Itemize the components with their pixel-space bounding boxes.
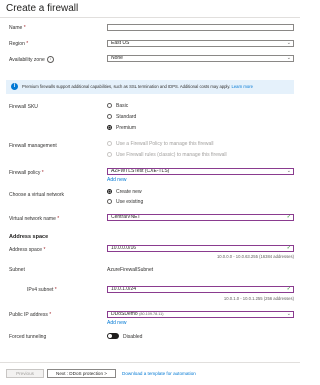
public-ip-dropdown[interactable]: DDoSDemo (80.109.78.11) ⌄ bbox=[107, 311, 294, 318]
info-icon: i bbox=[11, 83, 18, 90]
checkmark-icon: ✓ bbox=[286, 214, 291, 220]
subnet-value: AzureFirewallSubnet bbox=[107, 267, 154, 273]
name-label: Name * bbox=[9, 25, 26, 31]
firewall-sku-label: Firewall SKU bbox=[9, 104, 38, 110]
vnet-name-value: CentralVNET bbox=[111, 214, 141, 220]
download-template-link[interactable]: Download a template for automation bbox=[122, 371, 196, 376]
forced-tunneling-state: Disabled bbox=[123, 334, 143, 340]
radio-icon bbox=[107, 103, 112, 109]
region-dropdown[interactable]: East US ⌄ bbox=[107, 40, 294, 47]
radio-selected-icon bbox=[107, 125, 112, 131]
virtual-network-label: Choose a virtual network bbox=[9, 192, 65, 198]
address-space-value: 10.0.0.0/16 bbox=[111, 245, 137, 251]
chevron-down-icon: ⌄ bbox=[286, 55, 291, 61]
firewall-policy-value: AZFWTLSTest (CXE-TLS) bbox=[111, 168, 170, 174]
address-space-section-title: Address space bbox=[9, 234, 49, 240]
checkmark-icon: ✓ bbox=[286, 245, 291, 251]
forced-tunneling-toggle[interactable] bbox=[107, 333, 119, 339]
ipv4-subnet-label: IPv4 subnet * bbox=[27, 287, 57, 293]
sku-basic-radio[interactable]: Basic bbox=[107, 103, 128, 109]
checkmark-icon: ✓ bbox=[286, 286, 291, 292]
info-icon: i bbox=[46, 56, 54, 63]
premium-info-banner: i Premium firewalls support additional c… bbox=[6, 80, 294, 94]
ipv4-subnet-input[interactable]: 10.0.1.0/24 ✓ bbox=[107, 286, 294, 293]
public-ip-address: (80.109.78.11) bbox=[139, 312, 164, 316]
vnet-create-new-radio[interactable]: Create new bbox=[107, 189, 142, 195]
vnet-name-input[interactable]: CentralVNET ✓ bbox=[107, 214, 294, 221]
chevron-down-icon: ⌄ bbox=[286, 40, 291, 46]
footer-bar: Previous Next : DDoS protection > Downlo… bbox=[0, 362, 300, 385]
address-space-label: Address space * bbox=[9, 247, 46, 253]
radio-icon bbox=[107, 114, 112, 120]
address-space-input[interactable]: 10.0.0.0/16 ✓ bbox=[107, 245, 294, 252]
header-divider bbox=[0, 17, 300, 18]
info-banner-text: Premium firewalls support additional cap… bbox=[22, 84, 231, 89]
vnet-use-existing-radio[interactable]: Use existing bbox=[107, 199, 143, 205]
address-space-range-hint: 10.0.0.0 - 10.0.63.255 (16384 addresses) bbox=[216, 254, 294, 259]
radio-icon bbox=[107, 152, 112, 158]
management-policy-radio[interactable]: Use a Firewall Policy to manage this fir… bbox=[107, 141, 214, 147]
firewall-policy-add-new-link[interactable]: Add new bbox=[107, 177, 126, 183]
public-ip-value: DDoSDemo bbox=[111, 311, 138, 317]
sku-premium-radio[interactable]: Premium bbox=[107, 125, 136, 131]
radio-icon bbox=[107, 199, 112, 205]
ipv4-subnet-range-hint: 10.0.1.0 - 10.0.1.255 (256 addresses) bbox=[223, 296, 294, 301]
next-ddos-protection-button[interactable]: Next : DDoS protection > bbox=[47, 369, 116, 378]
radio-selected-icon bbox=[107, 189, 112, 195]
availability-zone-label: Availability zone i bbox=[9, 56, 54, 63]
name-input[interactable] bbox=[107, 24, 294, 31]
availability-zone-dropdown[interactable]: None ⌄ bbox=[107, 55, 294, 62]
forced-tunneling-label: Forced tunneling bbox=[9, 334, 47, 340]
firewall-policy-label: Firewall policy * bbox=[9, 170, 44, 176]
subnet-label: Subnet bbox=[9, 267, 25, 273]
management-classic-radio[interactable]: Use Firewall rules (classic) to manage t… bbox=[107, 152, 227, 158]
availability-zone-value: None bbox=[111, 55, 123, 61]
previous-button[interactable]: Previous bbox=[6, 369, 44, 378]
chevron-down-icon: ⌄ bbox=[286, 311, 291, 317]
region-label: Region * bbox=[9, 41, 29, 47]
chevron-down-icon: ⌄ bbox=[286, 168, 291, 174]
radio-icon bbox=[107, 141, 112, 147]
public-ip-add-new-link[interactable]: Add new bbox=[107, 320, 126, 326]
sku-standard-radio[interactable]: Standard bbox=[107, 114, 136, 120]
firewall-management-label: Firewall management bbox=[9, 143, 57, 149]
ipv4-subnet-value: 10.0.1.0/24 bbox=[111, 286, 137, 292]
page-title: Create a firewall bbox=[6, 3, 79, 14]
vnet-name-label: Virtual network name * bbox=[9, 216, 60, 222]
toggle-knob bbox=[108, 334, 112, 338]
public-ip-label: Public IP address * bbox=[9, 312, 52, 318]
learn-more-link[interactable]: Learn more bbox=[232, 84, 253, 89]
region-value: East US bbox=[111, 40, 130, 46]
firewall-policy-dropdown[interactable]: AZFWTLSTest (CXE-TLS) ⌄ bbox=[107, 168, 294, 175]
